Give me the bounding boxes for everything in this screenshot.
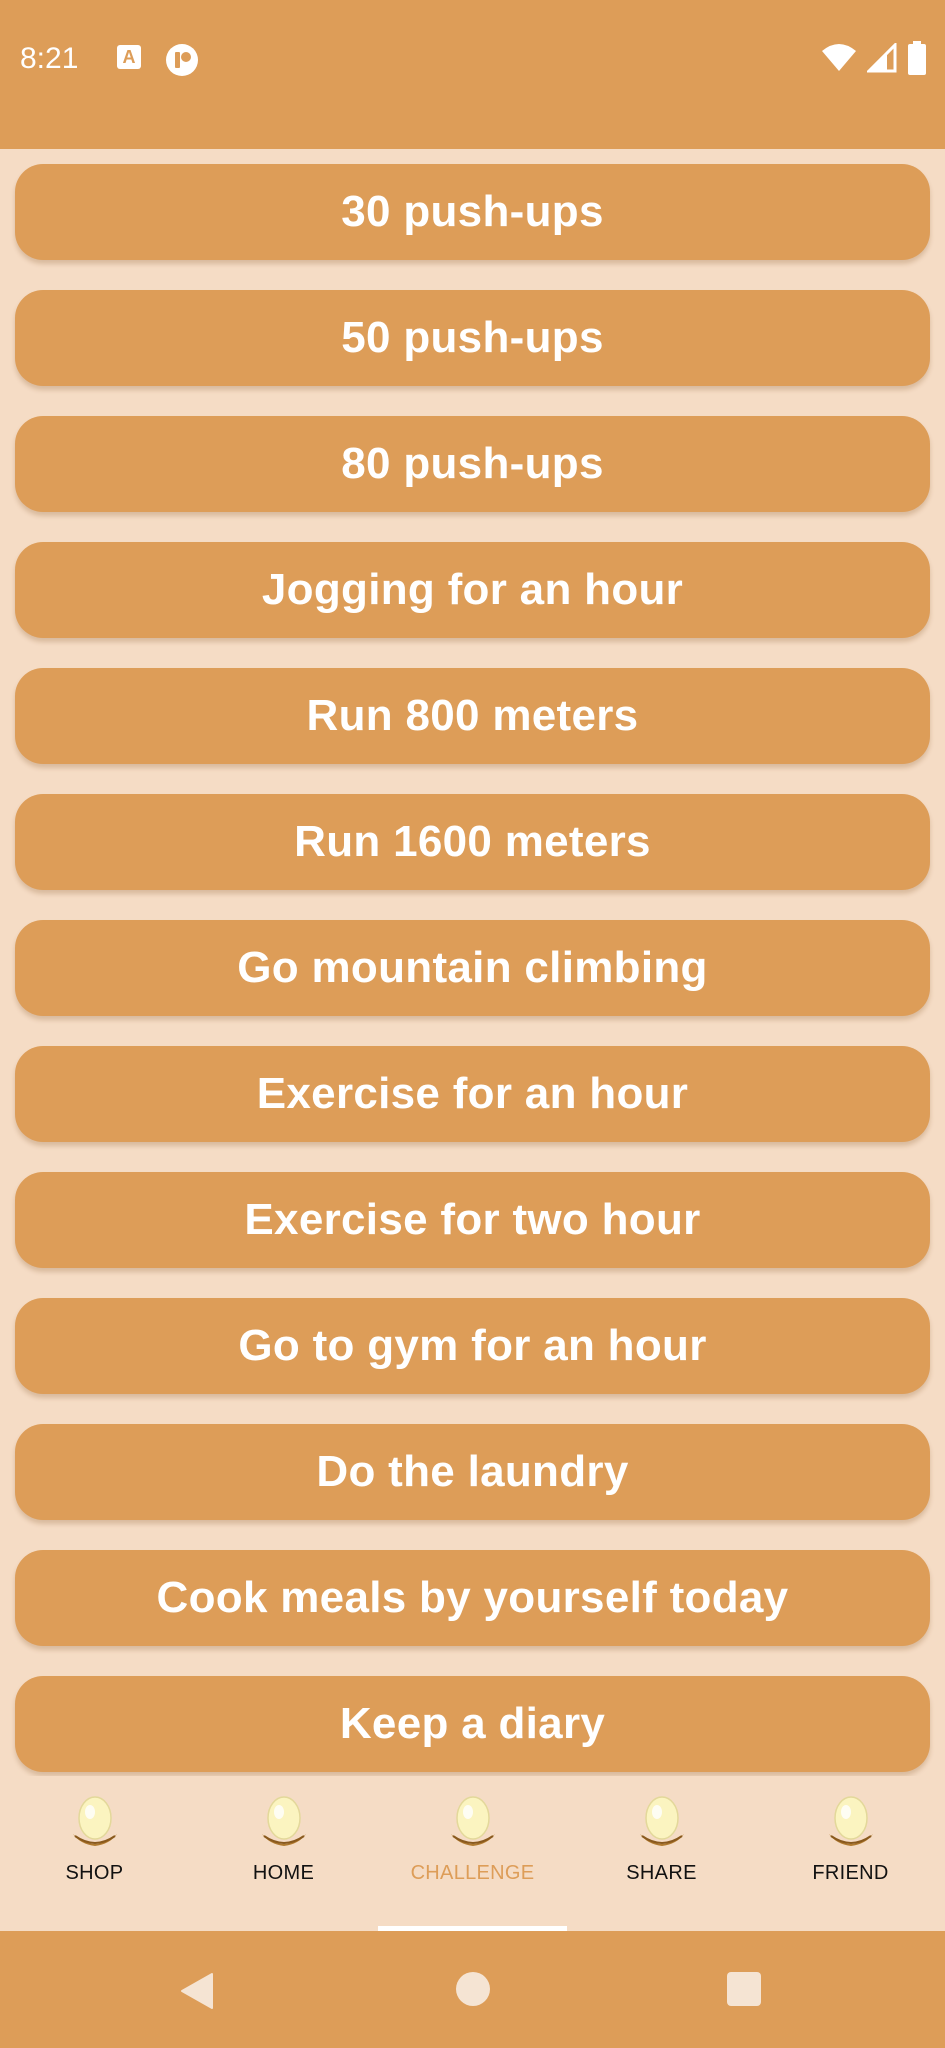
nav-item-home[interactable]: HOME <box>189 1776 378 1931</box>
signal-icon <box>867 43 897 73</box>
egg-nest-icon <box>450 1796 495 1846</box>
challenge-button-gym-hour[interactable]: Go to gym for an hour <box>15 1298 930 1394</box>
recents-icon[interactable] <box>726 1971 762 2007</box>
egg-nest-icon <box>261 1796 306 1846</box>
challenge-button-run-1600[interactable]: Run 1600 meters <box>15 794 930 890</box>
bottom-navigation: SHOP HOME CHALLENGE SHARE FRIEND <box>0 1776 945 1931</box>
challenge-button-30-push-ups[interactable]: 30 push-ups <box>15 164 930 260</box>
challenge-button-jogging[interactable]: Jogging for an hour <box>15 542 930 638</box>
status-icons <box>821 40 927 76</box>
challenge-button-80-push-ups[interactable]: 80 push-ups <box>15 416 930 512</box>
nav-item-shop[interactable]: SHOP <box>0 1776 189 1931</box>
egg-nest-icon <box>72 1796 117 1846</box>
nav-item-share[interactable]: SHARE <box>567 1776 756 1931</box>
nav-label-share: SHARE <box>626 1862 697 1884</box>
egg-nest-icon <box>828 1796 873 1846</box>
wifi-icon <box>822 44 856 71</box>
app-notification-icon <box>166 44 198 76</box>
system-navigation-bar <box>0 1931 945 2048</box>
app-a-icon: A <box>117 45 141 69</box>
nav-label-friend: FRIEND <box>812 1862 889 1884</box>
challenge-button-50-push-ups[interactable]: 50 push-ups <box>15 290 930 386</box>
battery-icon <box>908 41 926 75</box>
nav-label-challenge: CHALLENGE <box>410 1862 535 1884</box>
status-bar: 8:21 A <box>0 0 945 149</box>
home-icon[interactable] <box>455 1971 491 2007</box>
nav-label-home: HOME <box>252 1862 315 1884</box>
back-icon[interactable] <box>179 1971 215 2011</box>
nav-label-shop: SHOP <box>65 1862 124 1884</box>
challenge-list: 30 push-ups 50 push-ups 80 push-ups Jogg… <box>0 149 945 1776</box>
egg-nest-icon <box>639 1796 684 1846</box>
challenge-button-cook-meals[interactable]: Cook meals by yourself today <box>15 1550 930 1646</box>
nav-item-friend[interactable]: FRIEND <box>756 1776 945 1931</box>
nav-item-challenge[interactable]: CHALLENGE <box>378 1776 567 1931</box>
status-time: 8:21 <box>20 42 79 75</box>
challenge-button-mountain-climbing[interactable]: Go mountain climbing <box>15 920 930 1016</box>
challenge-button-run-800[interactable]: Run 800 meters <box>15 668 930 764</box>
challenge-button-laundry[interactable]: Do the laundry <box>15 1424 930 1520</box>
challenge-button-exercise-two-hour[interactable]: Exercise for two hour <box>15 1172 930 1268</box>
challenge-button-exercise-hour[interactable]: Exercise for an hour <box>15 1046 930 1142</box>
challenge-button-diary[interactable]: Keep a diary <box>15 1676 930 1772</box>
